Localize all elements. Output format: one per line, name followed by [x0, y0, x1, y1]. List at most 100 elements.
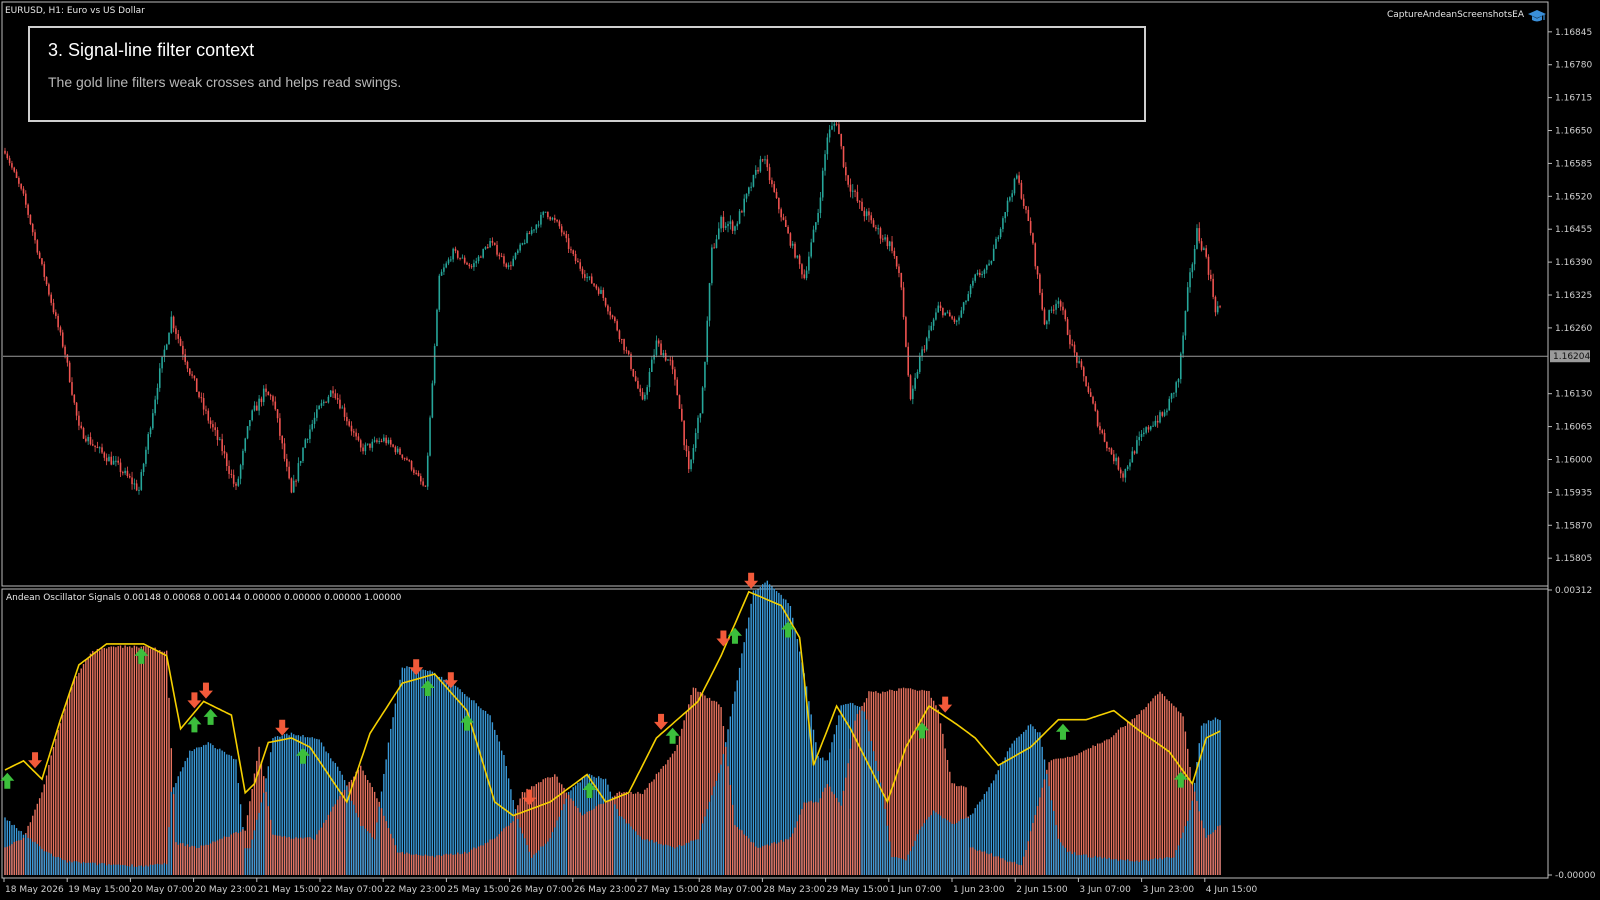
oscillator-bar: [852, 733, 854, 875]
oscillator-bar: [290, 838, 293, 875]
oscillator-bar: [415, 668, 417, 875]
oscillator-bar: [967, 817, 969, 875]
candle-body: [1179, 353, 1182, 380]
oscillator-bar: [440, 855, 443, 875]
candle-body: [923, 349, 926, 351]
oscillator-bar: [1175, 707, 1177, 875]
oscillator-bar: [1048, 786, 1050, 875]
oscillator-bar: [401, 667, 404, 875]
candle-body: [955, 320, 958, 322]
oscillator-bar: [833, 794, 835, 875]
oscillator-bar: [371, 837, 373, 875]
candle-body: [179, 338, 182, 346]
oscillator-bar: [688, 842, 690, 875]
oscillator-bar: [80, 668, 82, 875]
oscillator-bar: [295, 837, 297, 875]
oscillator-bar: [905, 860, 907, 875]
oscillator-bar: [748, 617, 750, 875]
oscillator-bar: [357, 817, 360, 875]
oscillator-bar: [1120, 727, 1122, 875]
oscillator-bar: [794, 827, 796, 875]
oscillator-bar: [641, 839, 644, 875]
oscillator-bar: [50, 853, 52, 875]
candle-body: [875, 227, 877, 229]
candle-body: [311, 423, 314, 430]
oscillator-bar: [390, 833, 392, 875]
oscillator-bar: [907, 688, 909, 875]
candle-body: [6, 153, 9, 159]
candle-body: [500, 256, 503, 258]
candle-body: [752, 174, 755, 187]
candle-body: [22, 188, 25, 194]
oscillator-bar: [785, 599, 787, 875]
oscillator-bar: [1016, 737, 1018, 875]
oscillator-bar: [507, 825, 510, 875]
oscillator-bar: [729, 784, 732, 875]
oscillator-bar: [563, 804, 565, 875]
candle-body: [794, 243, 796, 258]
oscillator-bar: [420, 668, 422, 875]
trading-chart[interactable]: 1.16845 1.16780 1.16715 1.16650 1.16585 1.165…: [0, 0, 1600, 900]
candle-body: [235, 483, 237, 486]
candle-body: [620, 338, 623, 340]
oscillator-bar: [879, 782, 882, 875]
candle-body: [1115, 457, 1117, 462]
oscillator-bar: [1080, 855, 1083, 875]
oscillator-bar: [549, 838, 551, 875]
oscillator-bar: [445, 853, 447, 875]
oscillator-bar: [175, 842, 177, 875]
candle-body: [648, 371, 651, 388]
candle-body: [724, 226, 727, 228]
oscillator-bar: [66, 699, 69, 875]
arrow-up-icon: [727, 627, 742, 644]
oscillator-bar: [678, 845, 681, 875]
candle-body: [1082, 367, 1085, 377]
candle-body: [362, 447, 364, 452]
oscillator-bar: [893, 857, 896, 875]
candle-body: [669, 359, 672, 361]
oscillator-bar: [1152, 698, 1154, 875]
candle-body: [510, 265, 512, 267]
candle-body: [223, 451, 226, 454]
oscillator-bar: [172, 794, 175, 875]
candle-body: [1175, 382, 1177, 393]
oscillator-bar: [461, 853, 464, 875]
oscillator-bar: [189, 846, 191, 875]
oscillator-bar: [323, 822, 325, 875]
oscillator-bar: [983, 851, 986, 875]
oscillator-bar: [928, 816, 930, 875]
oscillator-bar: [949, 822, 951, 875]
candle-body: [422, 481, 424, 486]
candle-body: [1059, 301, 1062, 307]
candle-body: [329, 390, 332, 397]
oscillator-bar: [1085, 854, 1087, 875]
oscillator-bar: [360, 826, 362, 875]
oscillator-bar: [1013, 861, 1016, 875]
candle-body: [161, 356, 163, 369]
oscillator-bar: [1090, 748, 1092, 875]
candle-body: [373, 440, 376, 442]
oscillator-bar: [147, 866, 149, 875]
oscillator-bar: [847, 763, 849, 875]
oscillator-bar: [1217, 826, 1219, 875]
candle-body: [145, 449, 147, 464]
candle-body: [288, 466, 290, 479]
oscillator-bar: [126, 865, 129, 875]
oscillator-bar: [1043, 779, 1046, 875]
oscillator-bar: [433, 857, 436, 875]
oscillator-bar: [859, 710, 861, 875]
candle-body: [168, 332, 170, 345]
oscillator-bar: [193, 846, 196, 875]
candle-body: [858, 201, 861, 203]
oscillator-bar: [82, 862, 85, 875]
candle-body: [1205, 248, 1207, 257]
oscillator-bar: [616, 808, 618, 875]
oscillator-bar: [73, 678, 75, 875]
time-tick-label: 22 May 23:00: [384, 885, 446, 895]
oscillator-bar: [209, 843, 212, 875]
oscillator-bar: [163, 651, 166, 875]
candle-body: [36, 240, 39, 253]
oscillator-bar: [221, 838, 223, 875]
oscillator-bar: [1099, 743, 1101, 875]
candle-body: [976, 272, 979, 275]
